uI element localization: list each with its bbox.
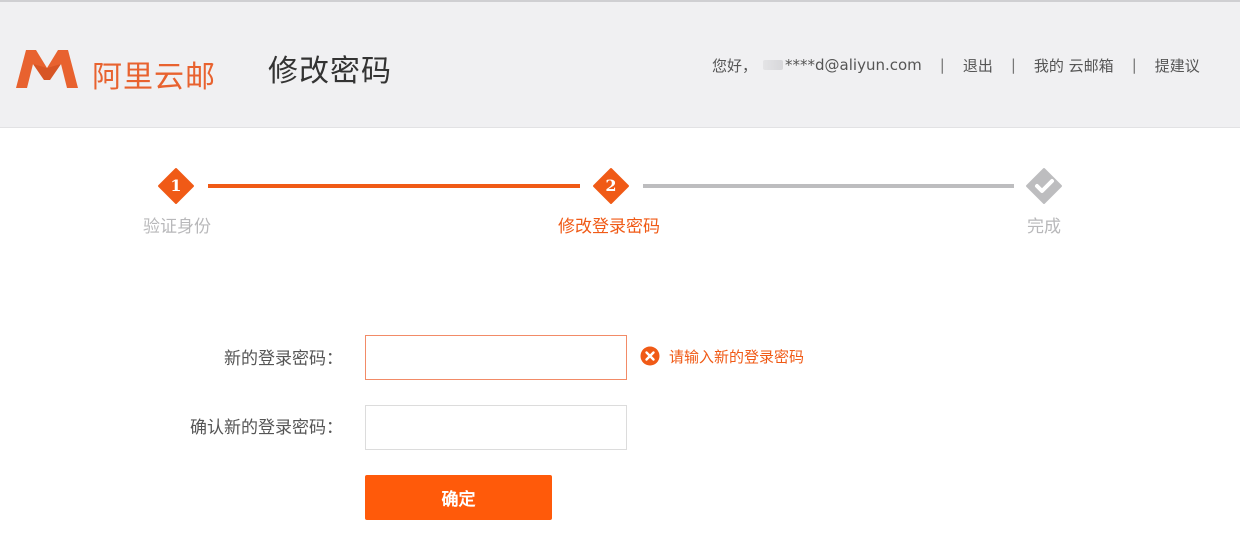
masked-username <box>763 60 784 70</box>
logo-text: 阿里云邮 <box>92 60 216 95</box>
logo[interactable]: 阿里云邮 <box>14 46 215 95</box>
step-3-label: 完成 <box>1027 217 1061 237</box>
check-icon <box>1026 168 1062 204</box>
error-text: 请输入新的登录密码 <box>669 347 805 366</box>
step-1-marker: 1 <box>157 167 195 205</box>
step-1-label: 验证身份 <box>143 217 211 237</box>
error-message: 请输入新的登录密码 <box>640 345 804 367</box>
user-email: ****d@aliyun.com <box>785 56 922 74</box>
greeting: 您好， ****d@aliyun.com <box>712 55 922 76</box>
progress-track-completed <box>208 184 580 188</box>
step-1-number: 1 <box>170 176 182 195</box>
aliyun-mail-logo-icon <box>16 50 78 88</box>
new-password-label: 新的登录密码： <box>224 349 343 369</box>
feedback-link[interactable]: 提建议 <box>1155 55 1200 76</box>
logout-link[interactable]: 退出 <box>963 55 993 76</box>
top-nav: 您好， ****d@aliyun.com | 退出 | 我的 云邮箱 | 提建议 <box>712 54 1200 76</box>
step-2-label: 修改登录密码 <box>558 217 660 237</box>
new-password-input[interactable] <box>365 335 627 380</box>
nav-separator: | <box>939 56 945 74</box>
nav-separator: | <box>1131 56 1137 74</box>
step-2-number: 2 <box>605 176 617 195</box>
step-3-marker <box>1025 167 1063 205</box>
confirm-button[interactable]: 确定 <box>365 475 552 520</box>
step-2-marker: 2 <box>592 167 630 205</box>
nav-separator: | <box>1010 56 1016 74</box>
progress-track-pending <box>643 184 1014 188</box>
my-mailbox-link[interactable]: 我的 云邮箱 <box>1034 55 1114 76</box>
error-icon <box>640 346 660 366</box>
page-title: 修改密码 <box>268 54 392 89</box>
greeting-label: 您好， <box>712 56 758 75</box>
confirm-password-input[interactable] <box>365 405 627 450</box>
confirm-password-label: 确认新的登录密码： <box>190 418 343 438</box>
top-header: 阿里云邮 修改密码 您好， ****d@aliyun.com | 退出 | 我的… <box>0 0 1240 128</box>
